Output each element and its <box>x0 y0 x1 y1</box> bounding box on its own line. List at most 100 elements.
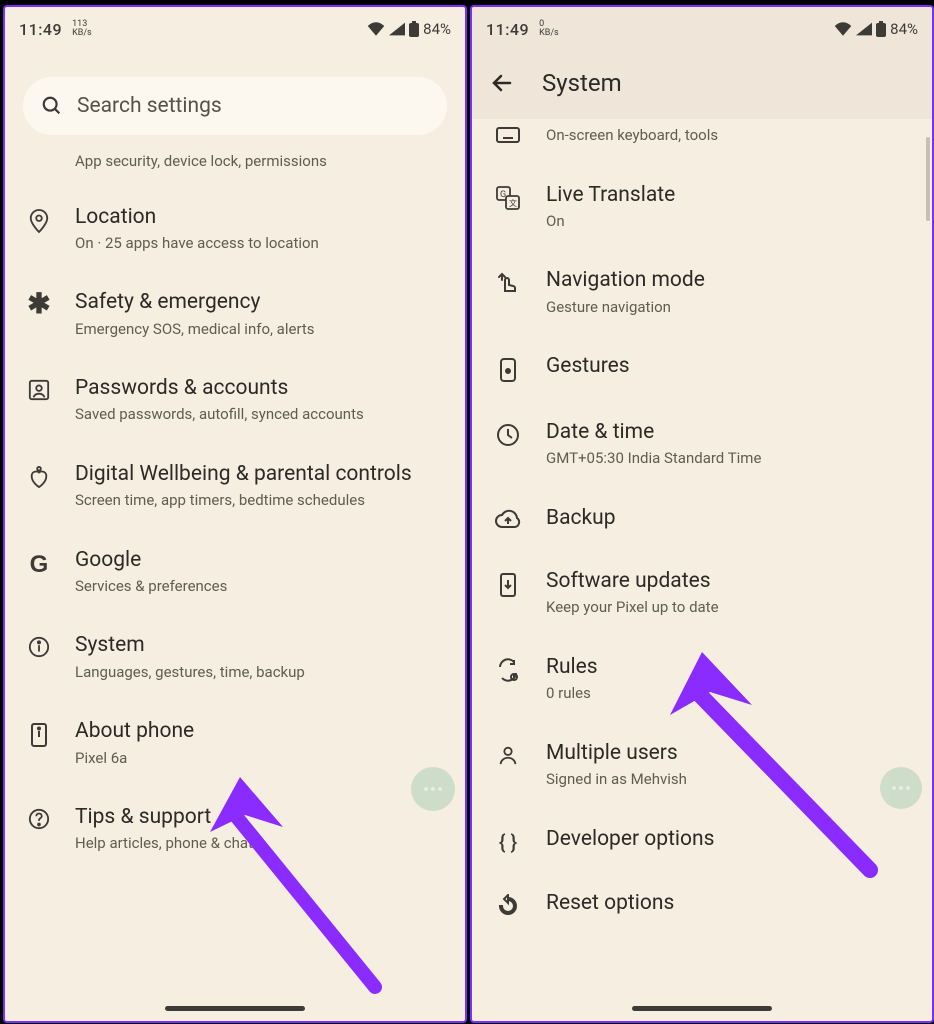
row-software-updates[interactable]: Software updates Keep your Pixel up to d… <box>490 550 914 636</box>
cloud-icon <box>495 509 521 529</box>
users-icon <box>497 744 519 766</box>
row-title: Date & time <box>546 419 914 446</box>
row-gestures[interactable]: Gestures <box>490 335 914 401</box>
row-tips[interactable]: Tips & support Help articles, phone & ch… <box>23 786 447 872</box>
reset-icon <box>496 894 520 918</box>
search-input[interactable]: Search settings <box>23 77 447 135</box>
row-title: Live Translate <box>546 182 914 209</box>
row-sub: Languages, gestures, time, backup <box>75 663 447 683</box>
row-reset-options[interactable]: Reset options <box>490 872 914 936</box>
row-title: Rules <box>546 654 914 681</box>
signal-icon <box>389 22 405 36</box>
row-sub: Gesture navigation <box>546 298 914 318</box>
row-location[interactable]: Location On · 25 apps have access to loc… <box>23 186 447 272</box>
row-wellbeing[interactable]: Digital Wellbeing & parental controls Sc… <box>23 443 447 529</box>
swipe-icon <box>496 271 520 295</box>
row-sub: Services & preferences <box>75 577 447 597</box>
row-sub: On-screen keyboard, tools <box>546 126 914 146</box>
help-icon <box>28 808 50 830</box>
row-title: Backup <box>546 505 914 532</box>
battery-text: 84% <box>890 20 918 38</box>
nav-handle[interactable] <box>165 1006 305 1011</box>
page-header: System <box>472 47 932 119</box>
status-icons: 84% <box>834 20 918 38</box>
wifi-icon <box>367 22 385 36</box>
settings-list: App security, device lock, permissions L… <box>5 149 465 872</box>
row-navigation-mode[interactable]: Navigation mode Gesture navigation <box>490 249 914 335</box>
svg-text:文: 文 <box>509 198 517 208</box>
page-title: System <box>542 69 622 97</box>
row-title: Safety & emergency <box>75 289 447 316</box>
row-sub: Screen time, app timers, bedtime schedul… <box>75 491 447 511</box>
braces-icon: { } <box>499 830 517 854</box>
row-rules[interactable]: Rules 0 rules <box>490 636 914 722</box>
battery-text: 84% <box>423 20 451 38</box>
phone-info-icon <box>30 722 48 748</box>
row-sub: GMT+05:30 India Standard Time <box>546 449 914 469</box>
update-icon <box>499 572 517 598</box>
row-title: Software updates <box>546 568 914 595</box>
row-title: Navigation mode <box>546 267 914 294</box>
g-icon: G <box>30 551 49 579</box>
row-title: Developer options <box>546 826 914 853</box>
person-box-icon <box>28 379 50 401</box>
row-security-partial[interactable]: App security, device lock, permissions <box>23 149 447 186</box>
status-bar: 11:49 0 KB/s 84% <box>472 7 932 47</box>
search-icon <box>41 95 63 117</box>
gesture-icon <box>498 357 518 383</box>
search-placeholder: Search settings <box>77 94 222 118</box>
row-sub: Signed in as Mehvish <box>546 770 914 790</box>
battery-icon <box>409 21 419 37</box>
assistive-dots-button[interactable] <box>880 767 922 809</box>
nav-handle[interactable] <box>632 1006 772 1011</box>
row-sub: App security, device lock, permissions <box>75 152 447 172</box>
row-title: System <box>75 632 447 659</box>
row-sub: Help articles, phone & chat <box>75 834 447 854</box>
phone-left-settings: 11:49 113 KB/s 84% Search settings App s… <box>3 5 467 1023</box>
clock: 11:49 <box>486 20 529 39</box>
heart-icon <box>28 465 50 489</box>
row-backup[interactable]: Backup <box>490 487 914 550</box>
row-developer-options[interactable]: { } Developer options <box>490 808 914 872</box>
row-system[interactable]: System Languages, gestures, time, backup <box>23 614 447 700</box>
status-bar: 11:49 113 KB/s 84% <box>5 7 465 47</box>
row-sub: Saved passwords, autofill, synced accoun… <box>75 405 447 425</box>
row-title: Multiple users <box>546 740 914 767</box>
row-sub: 0 rules <box>546 684 914 704</box>
assistive-dots-button[interactable] <box>411 767 455 811</box>
row-live-translate[interactable]: G文 Live Translate On <box>490 164 914 250</box>
row-sub: Keep your Pixel up to date <box>546 598 914 618</box>
network-speed: 113 KB/s <box>72 20 92 38</box>
row-passwords[interactable]: Passwords & accounts Saved passwords, au… <box>23 357 447 443</box>
row-title: Passwords & accounts <box>75 375 447 402</box>
clock: 11:49 <box>19 20 62 39</box>
location-icon <box>28 208 50 234</box>
row-sub: On · 25 apps have access to location <box>75 234 447 254</box>
battery-icon <box>876 21 886 37</box>
system-list: On-screen keyboard, tools G文 Live Transl… <box>472 119 932 936</box>
info-icon <box>28 636 50 658</box>
row-title: Reset options <box>546 890 914 917</box>
row-google[interactable]: G Google Services & preferences <box>23 529 447 615</box>
row-title: Google <box>75 547 447 574</box>
wifi-icon <box>834 22 852 36</box>
row-date-time[interactable]: Date & time GMT+05:30 India Standard Tim… <box>490 401 914 487</box>
scrollbar[interactable] <box>926 137 930 221</box>
clock-icon <box>496 423 520 447</box>
row-safety[interactable]: ✱ Safety & emergency Emergency SOS, medi… <box>23 271 447 357</box>
asterisk-icon: ✱ <box>27 293 50 315</box>
row-title: Tips & support <box>75 804 447 831</box>
back-icon[interactable] <box>490 71 514 95</box>
translate-icon: G文 <box>496 186 520 210</box>
row-multiple-users[interactable]: Multiple users Signed in as Mehvish <box>490 722 914 808</box>
row-sub: On <box>546 212 914 232</box>
signal-icon <box>856 22 872 36</box>
row-title: Location <box>75 204 447 231</box>
row-title: Digital Wellbeing & parental controls <box>75 461 447 488</box>
rules-icon <box>496 658 520 682</box>
svg-text:G: G <box>500 190 506 200</box>
keyboard-icon <box>496 127 520 145</box>
row-keyboard-partial[interactable]: On-screen keyboard, tools <box>490 119 914 164</box>
row-about[interactable]: About phone Pixel 6a <box>23 700 447 786</box>
phone-right-system: 11:49 0 KB/s 84% System On-screen keyboa… <box>470 5 934 1023</box>
